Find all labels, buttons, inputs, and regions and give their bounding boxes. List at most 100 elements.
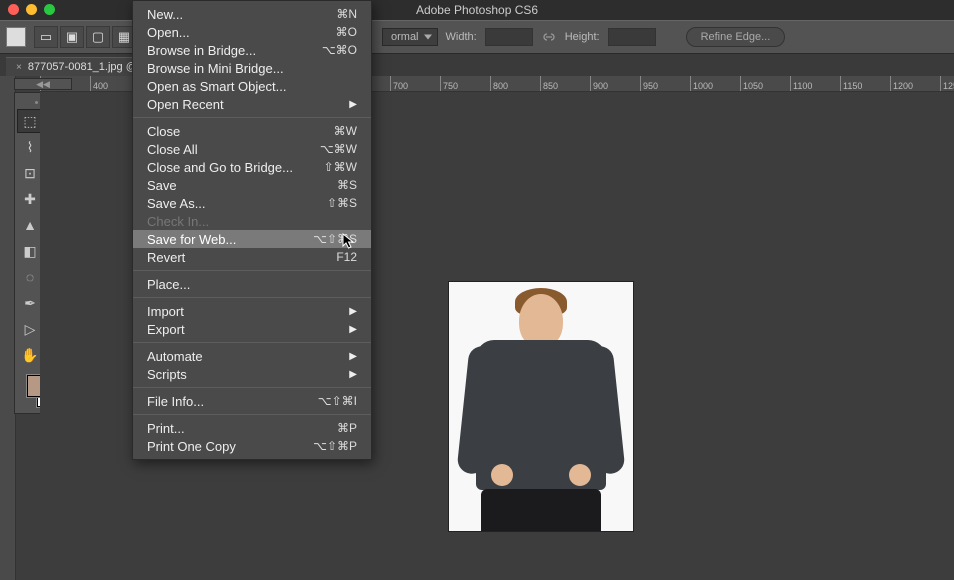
menu-item-print-one-copy[interactable]: Print One Copy⌥⇧⌘P: [133, 437, 371, 455]
style-select[interactable]: ormal: [382, 28, 438, 46]
submenu-arrow-icon: ▶: [349, 369, 357, 380]
document-tab-label: 877057-0081_1.jpg @: [28, 61, 137, 73]
menu-separator: [133, 414, 371, 415]
menu-item-shortcut: ⌥⇧⌘I: [318, 394, 357, 408]
menu-item-label: Export: [147, 322, 185, 337]
menu-item-shortcut: ⌥⇧⌘S: [313, 232, 357, 246]
menu-item-revert[interactable]: Revert F12: [133, 248, 371, 266]
menu-item-label: Automate: [147, 349, 203, 364]
menu-item-close[interactable]: Close ⌘W: [133, 122, 371, 140]
submenu-arrow-icon: ▶: [349, 99, 357, 110]
menu-item-label: Check In...: [147, 214, 209, 229]
menu-item-shortcut: ⇧⌘S: [327, 196, 357, 210]
menu-item-label: Close and Go to Bridge...: [147, 160, 293, 175]
menu-item-check-in: Check In...: [133, 212, 371, 230]
ruler-tick: 1150: [840, 76, 890, 92]
menu-item-close-all[interactable]: Close All ⌥⌘W: [133, 140, 371, 158]
submenu-arrow-icon: ▶: [349, 324, 357, 335]
menu-item-label: Import: [147, 304, 184, 319]
menu-item-browse-in-mini-bridge[interactable]: Browse in Mini Bridge...: [133, 59, 371, 77]
menu-item-label: Save As...: [147, 196, 206, 211]
selection-add-icon[interactable]: ▣: [60, 26, 84, 48]
menu-item-shortcut: ⌘P: [337, 421, 357, 435]
menu-item-save-as[interactable]: Save As... ⇧⌘S: [133, 194, 371, 212]
menu-item-label: Browse in Mini Bridge...: [147, 61, 284, 76]
zoom-window-button[interactable]: [44, 4, 55, 15]
menu-item-place[interactable]: Place...: [133, 275, 371, 293]
ruler-tick: 1050: [740, 76, 790, 92]
width-label: Width:: [446, 31, 477, 43]
ruler-tick: 950: [640, 76, 690, 92]
menu-item-label: Place...: [147, 277, 190, 292]
menu-item-shortcut: F12: [336, 250, 357, 264]
width-input[interactable]: [485, 28, 533, 46]
document-image[interactable]: [449, 282, 633, 531]
menu-separator: [133, 297, 371, 298]
submenu-arrow-icon: ▶: [349, 351, 357, 362]
menu-item-shortcut: ⌘W: [334, 124, 357, 138]
menu-item-label: Open Recent: [147, 97, 224, 112]
ruler-tick: 750: [440, 76, 490, 92]
menu-item-label: Print...: [147, 421, 185, 436]
app-title: Adobe Photoshop CS6: [416, 3, 538, 17]
close-tab-icon[interactable]: ×: [16, 62, 22, 73]
menu-item-label: Revert: [147, 250, 185, 265]
menu-item-save[interactable]: Save ⌘S: [133, 176, 371, 194]
menu-separator: [133, 117, 371, 118]
minimize-window-button[interactable]: [26, 4, 37, 15]
menu-item-new[interactable]: New... ⌘N: [133, 5, 371, 23]
file-menu: New...⌘NOpen...⌘OBrowse in Bridge...⌥⌘OB…: [132, 0, 372, 460]
refine-edge-button[interactable]: Refine Edge...: [686, 27, 786, 47]
tools-collapse-bar[interactable]: ◀◀: [14, 78, 72, 90]
menu-item-save-for-web[interactable]: Save for Web... ⌥⇧⌘S: [133, 230, 371, 248]
menu-item-shortcut: ⌘O: [336, 25, 357, 39]
menu-item-label: Close: [147, 124, 180, 139]
menu-item-label: New...: [147, 7, 183, 22]
menu-item-scripts[interactable]: Scripts ▶: [133, 365, 371, 383]
ruler-tick: 1250: [940, 76, 954, 92]
menu-item-file-info[interactable]: File Info... ⌥⇧⌘I: [133, 392, 371, 410]
menu-item-shortcut: ⌥⌘W: [320, 142, 357, 156]
close-window-button[interactable]: [8, 4, 19, 15]
menu-item-label: Save for Web...: [147, 232, 236, 247]
ruler-tick: 800: [490, 76, 540, 92]
menu-item-shortcut: ⇧⌘W: [324, 160, 357, 174]
selection-mode-group: ▭ ▣ ▢ ▦: [34, 26, 136, 48]
submenu-arrow-icon: ▶: [349, 306, 357, 317]
menu-item-label: Print One Copy: [147, 439, 236, 454]
window-controls: [8, 4, 55, 15]
menu-item-import[interactable]: Import ▶: [133, 302, 371, 320]
height-label: Height:: [565, 31, 600, 43]
menu-separator: [133, 387, 371, 388]
menu-item-print[interactable]: Print... ⌘P: [133, 419, 371, 437]
menu-item-label: File Info...: [147, 394, 204, 409]
menu-item-open-recent[interactable]: Open Recent ▶: [133, 95, 371, 113]
tool-preset-picker[interactable]: [6, 27, 26, 47]
menu-item-label: Save: [147, 178, 177, 193]
menu-item-label: Browse in Bridge...: [147, 43, 256, 58]
ruler-tick: 1200: [890, 76, 940, 92]
menu-item-shortcut: ⌘S: [337, 178, 357, 192]
height-input[interactable]: [608, 28, 656, 46]
menu-item-open-as-smart-object[interactable]: Open as Smart Object...: [133, 77, 371, 95]
menu-item-label: Open...: [147, 25, 190, 40]
menu-item-close-and-go-to-bridge[interactable]: Close and Go to Bridge... ⇧⌘W: [133, 158, 371, 176]
ruler-tick: 700: [390, 76, 440, 92]
link-icon[interactable]: [541, 29, 557, 45]
menu-item-label: Open as Smart Object...: [147, 79, 286, 94]
ruler-tick: 1000: [690, 76, 740, 92]
menu-item-open[interactable]: Open... ⌘O: [133, 23, 371, 41]
selection-subtract-icon[interactable]: ▢: [86, 26, 110, 48]
ruler-tick: 850: [540, 76, 590, 92]
document-tab[interactable]: × 877057-0081_1.jpg @: [6, 57, 147, 76]
menu-item-export[interactable]: Export ▶: [133, 320, 371, 338]
menu-item-browse-in-bridge[interactable]: Browse in Bridge... ⌥⌘O: [133, 41, 371, 59]
selection-new-icon[interactable]: ▭: [34, 26, 58, 48]
menu-item-label: Scripts: [147, 367, 187, 382]
menu-item-automate[interactable]: Automate ▶: [133, 347, 371, 365]
ruler-tick: 1100: [790, 76, 840, 92]
menu-item-shortcut: ⌥⌘O: [322, 43, 357, 57]
menu-separator: [133, 270, 371, 271]
menu-item-label: Close All: [147, 142, 198, 157]
menu-item-shortcut: ⌘N: [336, 7, 357, 21]
